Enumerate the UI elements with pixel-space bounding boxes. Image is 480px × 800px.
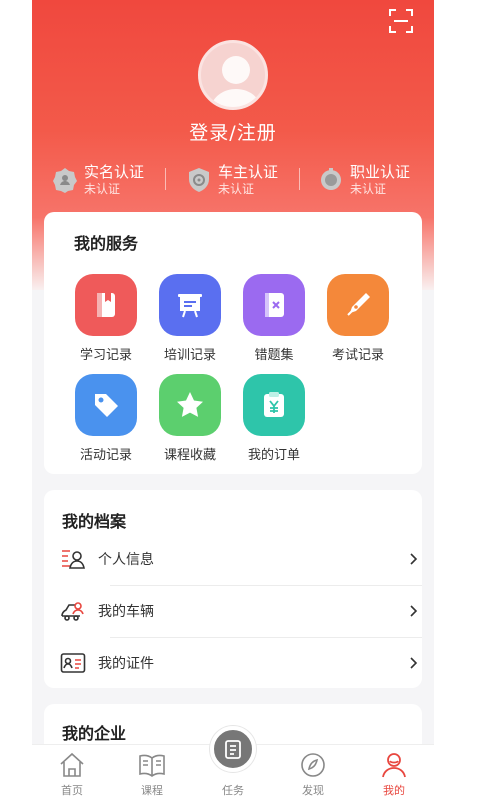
tab-label: 首页 (61, 784, 83, 797)
compass-icon (301, 753, 325, 777)
phone-screen: 登录/注册 实名认证 未认证 车主认证 未认证 职业认证 未认证 我的服务 学习… (32, 0, 434, 800)
service-label: 考试记录 (331, 348, 384, 363)
tab-mine[interactable]: 我的 (354, 745, 434, 800)
service-activity-record[interactable]: 活动记录 (64, 374, 148, 463)
service-training-record[interactable]: 培训记录 (148, 274, 232, 363)
my-profile-card: 我的档案 个人信息 我的车辆 我的证件 (44, 490, 422, 688)
cert-status: 未认证 (218, 182, 255, 196)
divider (299, 168, 300, 190)
service-label: 培训记录 (163, 348, 216, 363)
tab-discover[interactable]: 发现 (273, 745, 353, 800)
personal-info-icon (62, 550, 85, 569)
row-label: 我的证件 (98, 656, 154, 672)
scan-icon[interactable] (388, 8, 414, 34)
pen-nib-icon (327, 274, 389, 336)
chevron-right-icon (410, 605, 418, 617)
cert-real-name[interactable]: 实名认证 未认证 (52, 160, 144, 200)
tab-home[interactable]: 首页 (32, 745, 112, 800)
cert-title: 车主认证 (218, 163, 279, 181)
chevron-right-icon (410, 553, 418, 565)
star-icon (159, 374, 221, 436)
service-wrong-questions[interactable]: 错题集 (232, 274, 316, 363)
row-label: 个人信息 (98, 552, 154, 568)
cert-status: 未认证 (84, 182, 121, 196)
profile-row-personal-info[interactable]: 个人信息 (60, 534, 420, 584)
tab-courses[interactable]: 课程 (112, 745, 192, 800)
chevron-right-icon (410, 657, 418, 669)
home-icon (60, 752, 84, 777)
section-title: 我的服务 (74, 234, 139, 253)
service-my-orders[interactable]: 我的订单 (232, 374, 316, 463)
service-label: 活动记录 (79, 448, 132, 463)
service-study-record[interactable]: 学习记录 (64, 274, 148, 363)
service-exam-record[interactable]: 考试记录 (316, 274, 400, 363)
my-services-card: 我的服务 学习记录 培训记录 错题集 考试记录 活动记录 课程收藏 我的订单 (44, 212, 422, 474)
tab-label: 课程 (141, 784, 163, 797)
tab-label: 任务 (222, 784, 244, 797)
vehicle-icon (61, 602, 84, 621)
user-icon (382, 753, 406, 778)
presentation-board-icon (159, 274, 221, 336)
task-center-button[interactable] (210, 726, 256, 772)
service-label: 学习记录 (79, 348, 132, 363)
cert-status: 未认证 (350, 182, 387, 196)
task-icon (225, 740, 241, 759)
service-label: 课程收藏 (163, 448, 216, 463)
tab-label: 我的 (383, 784, 405, 797)
book-icon (75, 274, 137, 336)
medal-icon (321, 168, 341, 190)
service-course-favorites[interactable]: 课程收藏 (148, 374, 232, 463)
error-notebook-icon (243, 274, 305, 336)
id-card-icon (60, 653, 86, 673)
service-label: 我的订单 (247, 448, 300, 463)
default-avatar-icon (210, 56, 262, 107)
car-shield-icon (189, 168, 209, 192)
order-clipboard-icon (243, 374, 305, 436)
divider (165, 168, 166, 190)
login-register-link[interactable]: 登录/注册 (32, 118, 434, 145)
section-title: 我的档案 (62, 512, 127, 531)
id-badge-icon (53, 168, 77, 193)
profile-row-my-vehicle[interactable]: 我的车辆 (60, 586, 420, 636)
cert-title: 实名认证 (84, 163, 145, 181)
service-label: 错题集 (254, 348, 294, 363)
section-title: 我的企业 (62, 724, 127, 743)
cert-title: 职业认证 (350, 163, 411, 181)
tag-icon (75, 374, 137, 436)
avatar[interactable] (198, 40, 268, 110)
cert-vehicle-owner[interactable]: 车主认证 未认证 (186, 160, 278, 200)
cert-profession[interactable]: 职业认证 未认证 (318, 160, 410, 200)
open-book-icon (139, 754, 165, 777)
certification-bar: 实名认证 未认证 车主认证 未认证 职业认证 未认证 (32, 160, 434, 200)
row-label: 我的车辆 (98, 604, 154, 620)
tab-label: 发现 (302, 784, 324, 797)
profile-row-my-documents[interactable]: 我的证件 (60, 638, 420, 688)
